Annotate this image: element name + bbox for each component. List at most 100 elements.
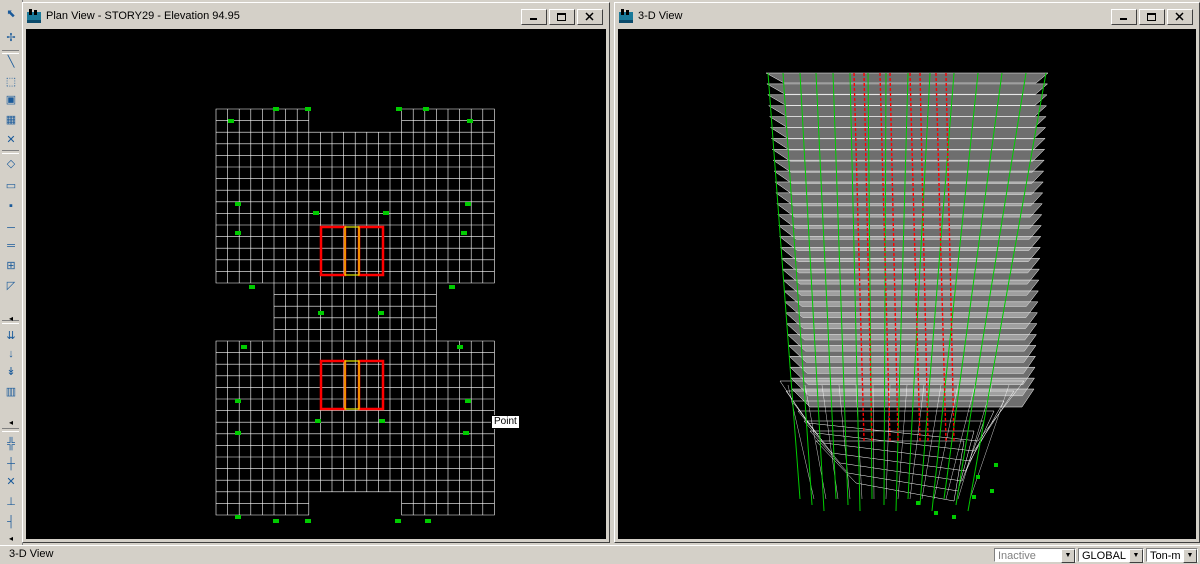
base-support[interactable]	[952, 515, 956, 519]
area-load-icon[interactable]: ▥	[3, 384, 19, 400]
point-load-icon[interactable]: ↓	[3, 346, 19, 362]
deselect-icon[interactable]: ✕	[3, 132, 19, 148]
toolbar-separator	[2, 428, 19, 432]
plan-view-window[interactable]: Plan View - STORY29 - Elevation 94.95 Po…	[22, 2, 610, 543]
floor-slab[interactable]	[772, 159, 1045, 173]
support-point[interactable]	[457, 345, 463, 349]
support-point[interactable]	[395, 519, 401, 523]
support-point[interactable]	[425, 519, 431, 523]
support-point[interactable]	[273, 519, 279, 523]
toolbar-separator	[2, 150, 19, 154]
core-wall-top-right[interactable]	[357, 225, 385, 277]
floor-slab[interactable]	[771, 149, 1046, 162]
base-support[interactable]	[972, 495, 976, 499]
base-support[interactable]	[990, 489, 994, 493]
core-wall-top-left[interactable]	[319, 225, 347, 277]
support-point[interactable]	[396, 107, 402, 111]
minimize-button[interactable]	[1111, 9, 1137, 25]
support-point[interactable]	[379, 419, 385, 423]
draw-beam-icon[interactable]: ─	[3, 220, 19, 236]
3d-view-window[interactable]: 3-D View	[614, 2, 1200, 543]
support-point[interactable]	[461, 231, 467, 235]
3d-model-drawing[interactable]	[618, 29, 1194, 537]
base-support[interactable]	[976, 475, 980, 479]
select-intersect-icon[interactable]: ▣	[3, 92, 19, 108]
minimize-icon	[530, 18, 537, 20]
support-point[interactable]	[313, 211, 319, 215]
snap-ends-icon[interactable]: ┼	[3, 456, 19, 472]
snap-perp-icon[interactable]: ⊥	[3, 494, 19, 510]
core-link-top[interactable]	[344, 226, 360, 276]
support-point[interactable]	[383, 211, 389, 215]
snap-lines-icon[interactable]: ┤	[3, 514, 19, 530]
snap-points-icon[interactable]: ╬	[3, 436, 19, 452]
core-wall-bottom-left[interactable]	[319, 359, 347, 411]
grid-icon[interactable]: ⊞	[3, 258, 19, 274]
floor-slab[interactable]	[770, 138, 1046, 151]
support-point[interactable]	[465, 399, 471, 403]
support-point[interactable]	[305, 107, 311, 111]
core-wall-bottom-right[interactable]	[357, 359, 385, 411]
plan-view-titlebar[interactable]: Plan View - STORY29 - Elevation 94.95	[25, 5, 607, 27]
reshape-pointer-icon[interactable]: ✢	[3, 30, 19, 46]
status-value: Inactive	[998, 550, 1036, 562]
base-support[interactable]	[994, 463, 998, 467]
floor-slab[interactable]	[768, 116, 1047, 128]
frame-load-icon[interactable]: ↡	[3, 364, 19, 380]
close-button[interactable]	[1167, 9, 1193, 25]
support-point[interactable]	[235, 399, 241, 403]
snap-intersect-icon[interactable]: ✕	[3, 474, 19, 490]
floor-slab[interactable]	[765, 72, 1049, 84]
support-point[interactable]	[273, 107, 279, 111]
support-point[interactable]	[467, 119, 473, 123]
support-point[interactable]	[235, 431, 241, 435]
status-dropdown[interactable]: Inactive ▼	[994, 548, 1076, 563]
core-link-bottom[interactable]	[344, 360, 360, 410]
support-point[interactable]	[249, 285, 255, 289]
draw-rect-area-icon[interactable]: ▭	[3, 178, 19, 194]
assign-loads-icon[interactable]: ⇊	[3, 328, 19, 344]
toolbar-scroll-arrow-icon[interactable]: ◂	[3, 534, 19, 544]
support-point[interactable]	[465, 202, 471, 206]
support-point[interactable]	[241, 345, 247, 349]
support-point[interactable]	[449, 285, 455, 289]
support-point[interactable]	[235, 202, 241, 206]
3d-view-canvas[interactable]	[618, 29, 1196, 539]
select-window-icon[interactable]: ⬚	[3, 74, 19, 90]
units-dropdown[interactable]: Ton-m ▼	[1146, 548, 1198, 563]
coord-system-dropdown[interactable]: GLOBAL ▼	[1078, 548, 1144, 563]
3d-view-titlebar[interactable]: 3-D View	[617, 5, 1197, 27]
select-all-icon[interactable]: ▦	[3, 112, 19, 128]
support-point[interactable]	[318, 311, 324, 315]
base-support[interactable]	[934, 511, 938, 515]
support-point[interactable]	[378, 311, 384, 315]
floor-slab[interactable]	[773, 170, 1045, 184]
select-pointer-icon[interactable]: ⬉	[3, 6, 19, 22]
draw-line-icon[interactable]: ╲	[3, 54, 19, 70]
plan-view-canvas[interactable]: Point	[26, 29, 606, 539]
support-point[interactable]	[235, 515, 241, 519]
base-support[interactable]	[916, 501, 920, 505]
toolbar-scroll-arrow-icon[interactable]: ◂	[3, 314, 19, 324]
draw-brace-icon[interactable]: ◸	[3, 278, 19, 294]
close-button[interactable]	[577, 9, 603, 25]
draw-point-icon[interactable]: ▪	[3, 198, 19, 214]
support-point[interactable]	[315, 419, 321, 423]
support-point[interactable]	[235, 231, 241, 235]
active-view-label: 3-D View	[9, 548, 54, 560]
minimize-button[interactable]	[521, 9, 547, 25]
plan-view-drawing[interactable]	[26, 29, 604, 537]
restore-button[interactable]	[1139, 9, 1165, 25]
support-point[interactable]	[305, 519, 311, 523]
toolbar-scroll-arrow-icon[interactable]: ◂	[3, 418, 19, 428]
draw-wall-icon[interactable]: ═	[3, 238, 19, 254]
floor-slab[interactable]	[767, 105, 1048, 117]
plan-mesh	[215, 108, 495, 516]
support-point[interactable]	[228, 119, 234, 123]
toolbar-separator	[2, 50, 19, 54]
support-point[interactable]	[423, 107, 429, 111]
floor-slab[interactable]	[769, 127, 1047, 140]
support-point[interactable]	[463, 431, 469, 435]
draw-area-icon[interactable]: ◇	[3, 156, 19, 172]
restore-button[interactable]	[549, 9, 575, 25]
